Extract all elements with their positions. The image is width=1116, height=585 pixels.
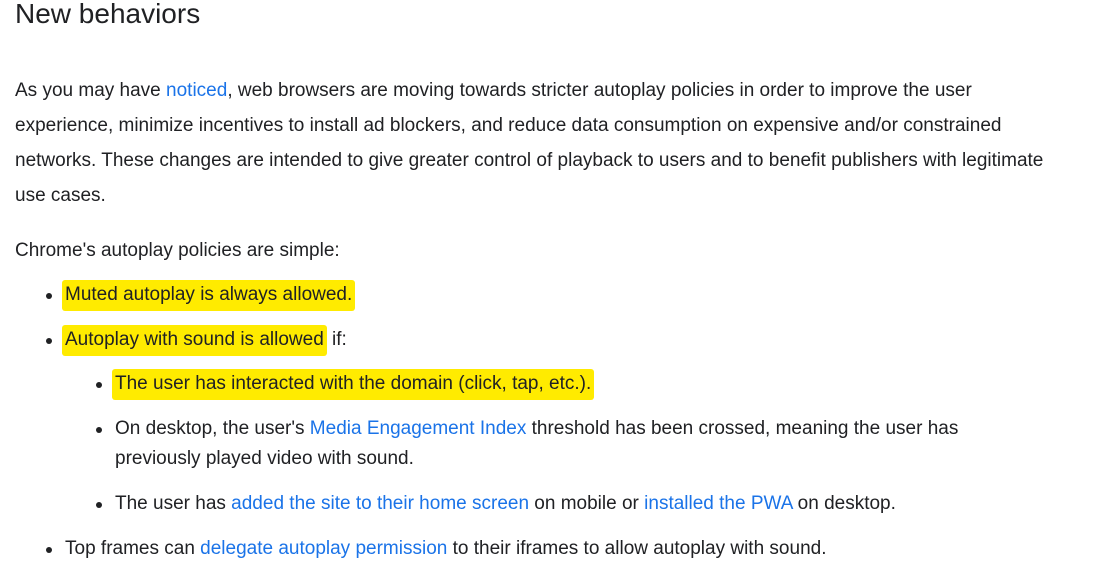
article-content: New behaviors As you may have noticed, w… — [0, 0, 1095, 564]
installed-pwa-link[interactable]: installed the PWA — [644, 493, 792, 514]
list-item-text: if: — [326, 329, 347, 350]
list-item-media-engagement: On desktop, the user's Media Engagement … — [65, 414, 1015, 474]
section-heading: New behaviors — [15, 0, 201, 29]
media-engagement-index-link[interactable]: Media Engagement Index — [310, 418, 527, 439]
intro-text-start: As you may have — [15, 80, 167, 101]
list-item-muted-autoplay: Muted autoplay is always allowed. — [15, 280, 1095, 311]
list-item-top-frames: Top frames can delegate autoplay permiss… — [15, 534, 1095, 564]
list-item-text: to their iframes to allow autoplay with … — [447, 538, 827, 559]
policies-list: Muted autoplay is always allowed. Autopl… — [15, 280, 1095, 564]
list-item-user-interacted: The user has interacted with the domain … — [65, 369, 1015, 400]
delegate-autoplay-link[interactable]: delegate autoplay permission — [200, 538, 447, 559]
list-item-text: Top frames can — [65, 538, 201, 559]
intro-paragraph: As you may have noticed, web browsers ar… — [15, 73, 1075, 213]
list-item-text: on mobile or — [529, 493, 645, 514]
conditions-list: The user has interacted with the domain … — [65, 369, 1095, 519]
list-item-home-screen: The user has added the site to their hom… — [65, 489, 1015, 519]
list-item-autoplay-sound: Autoplay with sound is allowed if: The u… — [15, 325, 1095, 519]
highlighted-text: Autoplay with sound is allowed — [62, 325, 327, 356]
list-item-text: The user has — [115, 493, 232, 514]
policies-lead-paragraph: Chrome's autoplay policies are simple: — [15, 240, 340, 261]
highlighted-text: The user has interacted with the domain … — [112, 369, 595, 400]
list-item-text: on desktop. — [792, 493, 896, 514]
list-item-text: On desktop, the user's — [115, 418, 310, 439]
highlighted-text: Muted autoplay is always allowed. — [62, 280, 356, 311]
noticed-link[interactable]: noticed — [166, 80, 227, 101]
home-screen-link[interactable]: added the site to their home screen — [231, 493, 529, 514]
